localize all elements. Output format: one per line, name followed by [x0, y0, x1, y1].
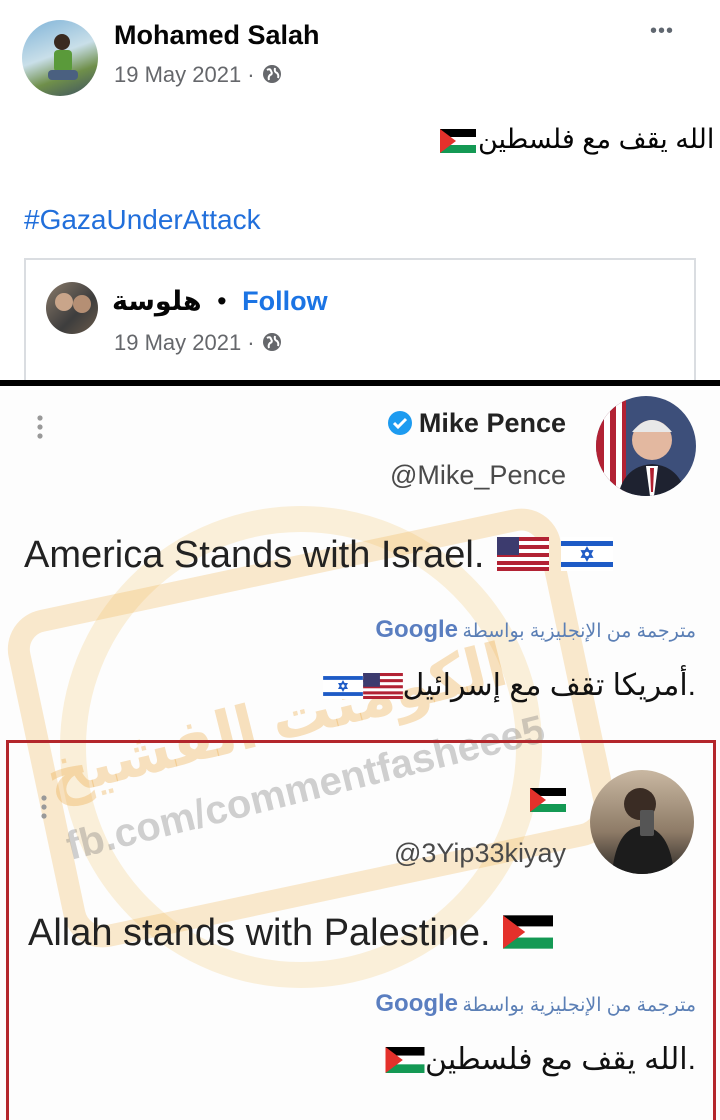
tweet1-handle[interactable]: @Mike_Pence [330, 460, 566, 491]
tweet2-translated-by: Google مترجمة من الإنجليزية بواسطة [318, 990, 696, 1018]
shared-author-name[interactable]: هلوسة [112, 286, 202, 316]
follow-button[interactable]: Follow [242, 286, 327, 316]
google-logo: Google [375, 990, 459, 1017]
palestine-flag-icon [440, 128, 476, 153]
globe-icon [262, 333, 281, 351]
avatar-figure-icon [55, 293, 91, 313]
tweet1-text-row: America Stands with Israel. [24, 534, 614, 577]
post-date[interactable]: 19 May 2021 · [114, 62, 261, 87]
tweet1-text: America Stands with Israel. [24, 534, 485, 576]
tweet2-handle[interactable]: @3Yip33kiyay [330, 838, 566, 869]
globe-icon [262, 65, 281, 83]
israel-flag-icon [322, 673, 363, 699]
avatar-figure-icon [48, 34, 78, 80]
shared-date[interactable]: 19 May 2021 · [114, 330, 261, 355]
shared-author-avatar[interactable] [46, 282, 98, 334]
tweet2-name-row [530, 788, 566, 817]
tweet1-name-row: Mike Pence [372, 408, 566, 439]
more-options-icon[interactable]: ••• [650, 20, 674, 43]
separator-dot: • [217, 286, 227, 316]
palestine-flag-icon [385, 1047, 425, 1073]
verified-badge-icon [387, 411, 412, 435]
kebab-menu-icon[interactable] [40, 794, 48, 825]
tweet2-avatar[interactable] [590, 770, 694, 874]
tweet1-translation-row: أمريكا تقف مع إسرائيل. [300, 668, 696, 703]
shared-image: الكومنت الفشيخ fb.com/commentfasheee5 Mi… [0, 386, 720, 1120]
author-avatar[interactable] [22, 20, 98, 96]
post-text: الله يقف مع فلسطين [440, 124, 714, 155]
tweet2-text: Allah stands with Palestine. [28, 912, 491, 954]
tweet2-text-row: Allah stands with Palestine. [28, 912, 554, 955]
kebab-menu-icon[interactable] [36, 414, 44, 445]
usa-flag-icon [362, 673, 403, 699]
palestine-flag-icon [530, 788, 566, 812]
translated-by-label[interactable]: مترجمة من الإنجليزية بواسطة [462, 621, 696, 642]
post-text-content: الله يقف مع فلسطين [478, 124, 715, 154]
shared-meta: 19 May 2021 · [114, 330, 283, 356]
google-logo: Google [375, 616, 459, 643]
avatar-figure-icon [612, 788, 674, 874]
tweet1-translation: أمريكا تقف مع إسرائيل. [402, 669, 696, 702]
post-meta: 19 May 2021 · [114, 62, 283, 88]
tweet1-avatar[interactable] [596, 396, 696, 496]
usa-flag-icon [496, 537, 549, 571]
tweet2-translation: الله يقف مع فلسطين. [425, 1043, 696, 1076]
tweet1-translated-by: Google مترجمة من الإنجليزية بواسطة [318, 616, 696, 644]
tweet2-translation-row: الله يقف مع فلسطين. [340, 1042, 696, 1077]
avatar-figure-icon [596, 396, 686, 496]
tweet1-name[interactable]: Mike Pence [419, 408, 566, 438]
shared-header: هلوسة • Follow [112, 286, 328, 317]
shared-post-card[interactable] [24, 258, 696, 398]
author-name[interactable]: Mohamed Salah [114, 20, 320, 51]
hashtag-link[interactable]: #GazaUnderAttack [24, 204, 261, 236]
palestine-flag-icon [503, 915, 554, 949]
israel-flag-icon [561, 537, 614, 571]
translated-by-label[interactable]: مترجمة من الإنجليزية بواسطة [462, 995, 696, 1016]
